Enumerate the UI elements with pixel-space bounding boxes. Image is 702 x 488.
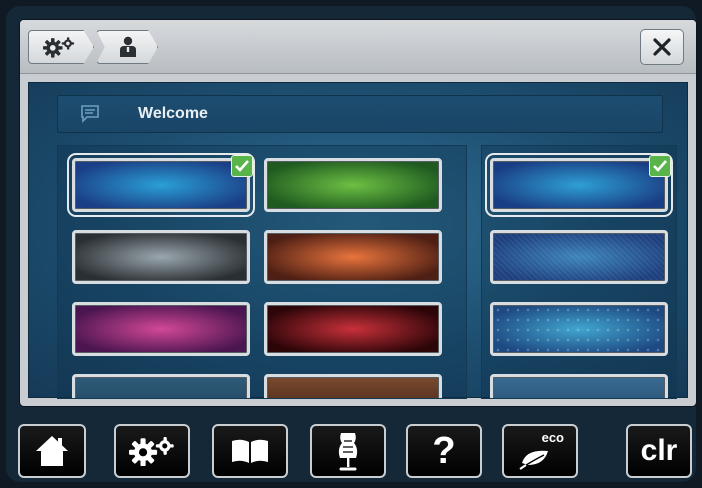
theme-swatch-blue[interactable]: [67, 153, 255, 217]
home-button[interactable]: [18, 424, 86, 478]
bottom-toolbar: ? eco clr: [6, 406, 696, 482]
welcome-text: Welcome: [138, 105, 208, 122]
message-icon: [80, 105, 100, 123]
gears-icon: [129, 436, 174, 466]
welcome-bar[interactable]: Welcome: [57, 95, 663, 133]
gears-icon: [43, 37, 75, 58]
theme-swatch-blue-texture[interactable]: [490, 230, 668, 284]
leaf-icon: [519, 450, 548, 470]
theme-swatch-partial[interactable]: [264, 374, 442, 398]
title-bar: [20, 20, 696, 74]
breadcrumb-settings[interactable]: [28, 30, 94, 64]
theme-grid-right: [481, 145, 677, 399]
theme-swatch-partial[interactable]: [72, 374, 250, 398]
theme-swatch-orange[interactable]: [264, 230, 442, 284]
breadcrumb: [28, 30, 162, 64]
home-icon: [36, 436, 68, 466]
theme-swatch-partial[interactable]: [490, 374, 668, 398]
user-icon: [120, 36, 136, 57]
settings-window: Welcome: [20, 20, 696, 406]
book-icon: [232, 439, 268, 463]
theme-swatch-blue[interactable]: [485, 153, 673, 217]
checkmark-icon: [649, 155, 671, 177]
theme-swatch-red[interactable]: [264, 302, 442, 356]
theme-swatch-gray[interactable]: [72, 230, 250, 284]
sewing-button[interactable]: [310, 424, 386, 478]
theme-swatch-blue-dots[interactable]: [490, 302, 668, 356]
theme-content: Welcome: [28, 82, 688, 399]
checkmark-icon: [231, 155, 253, 177]
help-button[interactable]: ?: [406, 424, 482, 478]
guide-button[interactable]: [212, 424, 288, 478]
close-icon: [653, 38, 671, 56]
clear-button[interactable]: clr: [626, 424, 692, 478]
settings-button[interactable]: [114, 424, 190, 478]
breadcrumb-user[interactable]: [96, 30, 158, 64]
close-button[interactable]: [640, 29, 684, 65]
theme-grid-left: [57, 145, 467, 399]
theme-swatch-green[interactable]: [264, 158, 442, 212]
eco-button[interactable]: eco: [502, 424, 578, 478]
theme-swatch-magenta[interactable]: [72, 302, 250, 356]
eco-label: eco: [541, 430, 564, 445]
dress-form-icon: [338, 433, 358, 471]
screen: Welcome ? eco clr: [6, 6, 696, 482]
